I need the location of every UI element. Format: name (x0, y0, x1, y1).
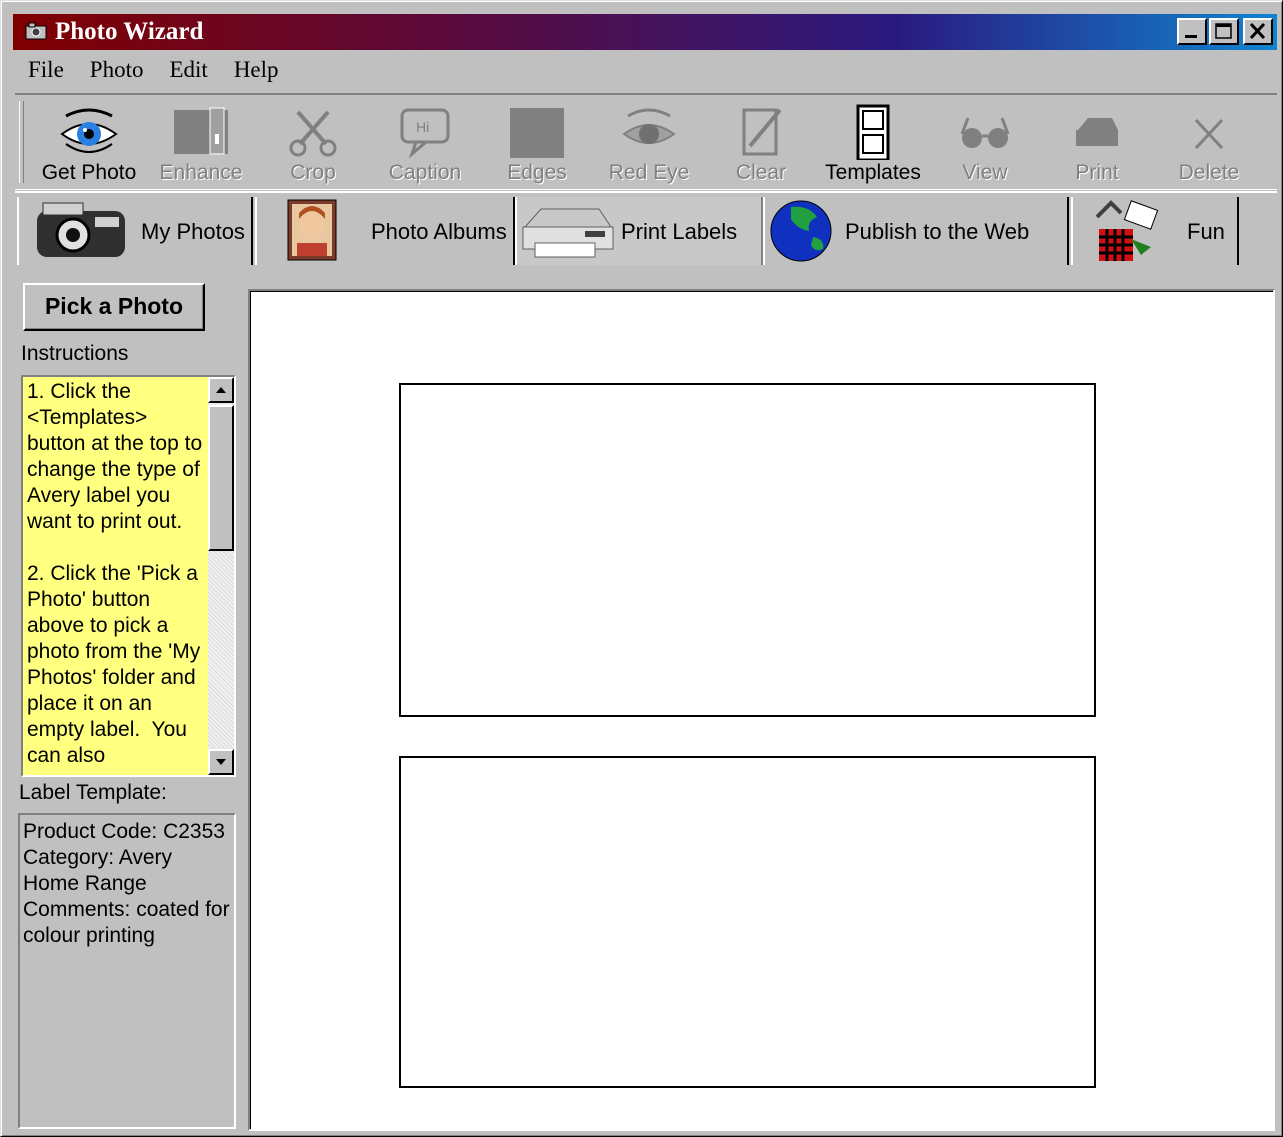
globe-icon (770, 200, 832, 262)
crop-label: Crop (290, 161, 336, 184)
templates-label: Templates (825, 161, 921, 184)
instructions-heading: Instructions (21, 342, 129, 365)
tab-fun[interactable]: Fun (1071, 197, 1239, 265)
tab-fun-label: Fun (1187, 219, 1225, 244)
templates-icon (856, 104, 890, 160)
menu-help[interactable]: Help (221, 53, 292, 87)
arrow-up-icon (216, 387, 226, 393)
label-template-box: Product Code: C2353 Category: Avery Home… (18, 813, 236, 1129)
toolbar: Get Photo Enhance Crop Hi Caption Edges … (15, 93, 1277, 190)
arrow-down-icon (216, 759, 226, 765)
camera-icon (37, 202, 125, 257)
label-template-text: Product Code: C2353 Category: Avery Home… (23, 820, 230, 947)
caption-button[interactable]: Hi Caption (369, 101, 481, 187)
fun-icon (1095, 200, 1159, 261)
edges-icon (510, 108, 564, 158)
toolbar-grip[interactable] (19, 101, 24, 183)
label-slot-2[interactable] (399, 756, 1096, 1088)
delete-label: Delete (1178, 161, 1240, 184)
instructions-scrollbar[interactable] (208, 377, 234, 775)
caption-label: Caption (388, 161, 462, 184)
menu-file[interactable]: File (15, 53, 77, 87)
eye-icon (60, 108, 118, 153)
scroll-thumb[interactable] (208, 405, 234, 551)
templates-button[interactable]: Templates (817, 101, 929, 187)
printer-icon (1076, 118, 1118, 146)
minimize-button[interactable] (1177, 18, 1207, 45)
enhance-button[interactable]: Enhance (145, 101, 257, 187)
scroll-down-button[interactable] (208, 749, 234, 775)
menu-edit[interactable]: Edit (156, 53, 220, 87)
tab-my-photos-label: My Photos (141, 219, 245, 244)
edges-label: Edges (507, 161, 567, 184)
tab-print-labels[interactable]: Print Labels (515, 197, 763, 265)
minimize-icon (1185, 35, 1197, 38)
red-eye-button[interactable]: Red Eye (593, 101, 705, 187)
speech-bubble-icon: Hi (400, 108, 450, 159)
print-button[interactable]: Print (1041, 101, 1153, 187)
view-label: View (962, 161, 1008, 184)
enhance-label: Enhance (159, 161, 243, 184)
scissors-icon (289, 110, 337, 157)
close-button[interactable] (1243, 18, 1273, 45)
get-photo-label: Get Photo (41, 161, 137, 184)
canvas-header-strip (248, 267, 1275, 289)
crop-button[interactable]: Crop (257, 101, 369, 187)
window-title: Photo Wizard (55, 18, 204, 45)
delete-icon (1194, 118, 1224, 150)
instructions-text: 1. Click the <Templates> button at the t… (27, 380, 203, 767)
title-bar[interactable]: Photo Wizard (13, 14, 1277, 50)
scroll-up-button[interactable] (208, 377, 234, 403)
pick-a-photo-button[interactable]: Pick a Photo (23, 283, 205, 331)
enhance-icon (174, 107, 228, 155)
tab-my-photos[interactable]: My Photos (17, 197, 253, 265)
view-button[interactable]: View (929, 101, 1041, 187)
tab-publish-web-label: Publish to the Web (845, 219, 1030, 244)
maximize-button[interactable] (1209, 18, 1239, 45)
print-label: Print (1075, 161, 1119, 184)
svg-text:Hi: Hi (416, 119, 429, 135)
tab-strip: My Photos Photo Albums Print Labels Publ… (15, 191, 1277, 267)
print-labels-printer-icon (522, 208, 614, 258)
tab-publish-web[interactable]: Publish to the Web (763, 197, 1069, 265)
close-icon (1249, 22, 1266, 40)
clear-icon (742, 108, 782, 156)
instructions-box: 1. Click the <Templates> button at the t… (21, 375, 236, 777)
clear-button[interactable]: Clear (705, 101, 817, 187)
portrait-icon (287, 199, 337, 261)
label-template-heading: Label Template: (19, 781, 167, 804)
tab-photo-albums[interactable]: Photo Albums (255, 197, 515, 265)
maximize-icon (1215, 23, 1232, 39)
menu-photo[interactable]: Photo (77, 53, 157, 87)
label-slot-1[interactable] (399, 383, 1096, 717)
camera-app-icon (25, 22, 47, 40)
red-eye-label: Red Eye (608, 161, 690, 184)
get-photo-button[interactable]: Get Photo (33, 101, 145, 187)
menu-bar: File Photo Edit Help (15, 53, 292, 87)
photo-wizard-window: Photo Wizard File Photo Edit Help Get Ph… (0, 0, 1283, 1137)
edges-button[interactable]: Edges (481, 101, 593, 187)
delete-button[interactable]: Delete (1153, 101, 1265, 187)
tab-print-labels-label: Print Labels (621, 219, 738, 244)
tab-photo-albums-label: Photo Albums (371, 219, 507, 244)
red-eye-icon (622, 108, 676, 144)
clear-label: Clear (735, 161, 787, 184)
glasses-icon (960, 117, 1010, 148)
label-canvas[interactable] (248, 289, 1275, 1131)
